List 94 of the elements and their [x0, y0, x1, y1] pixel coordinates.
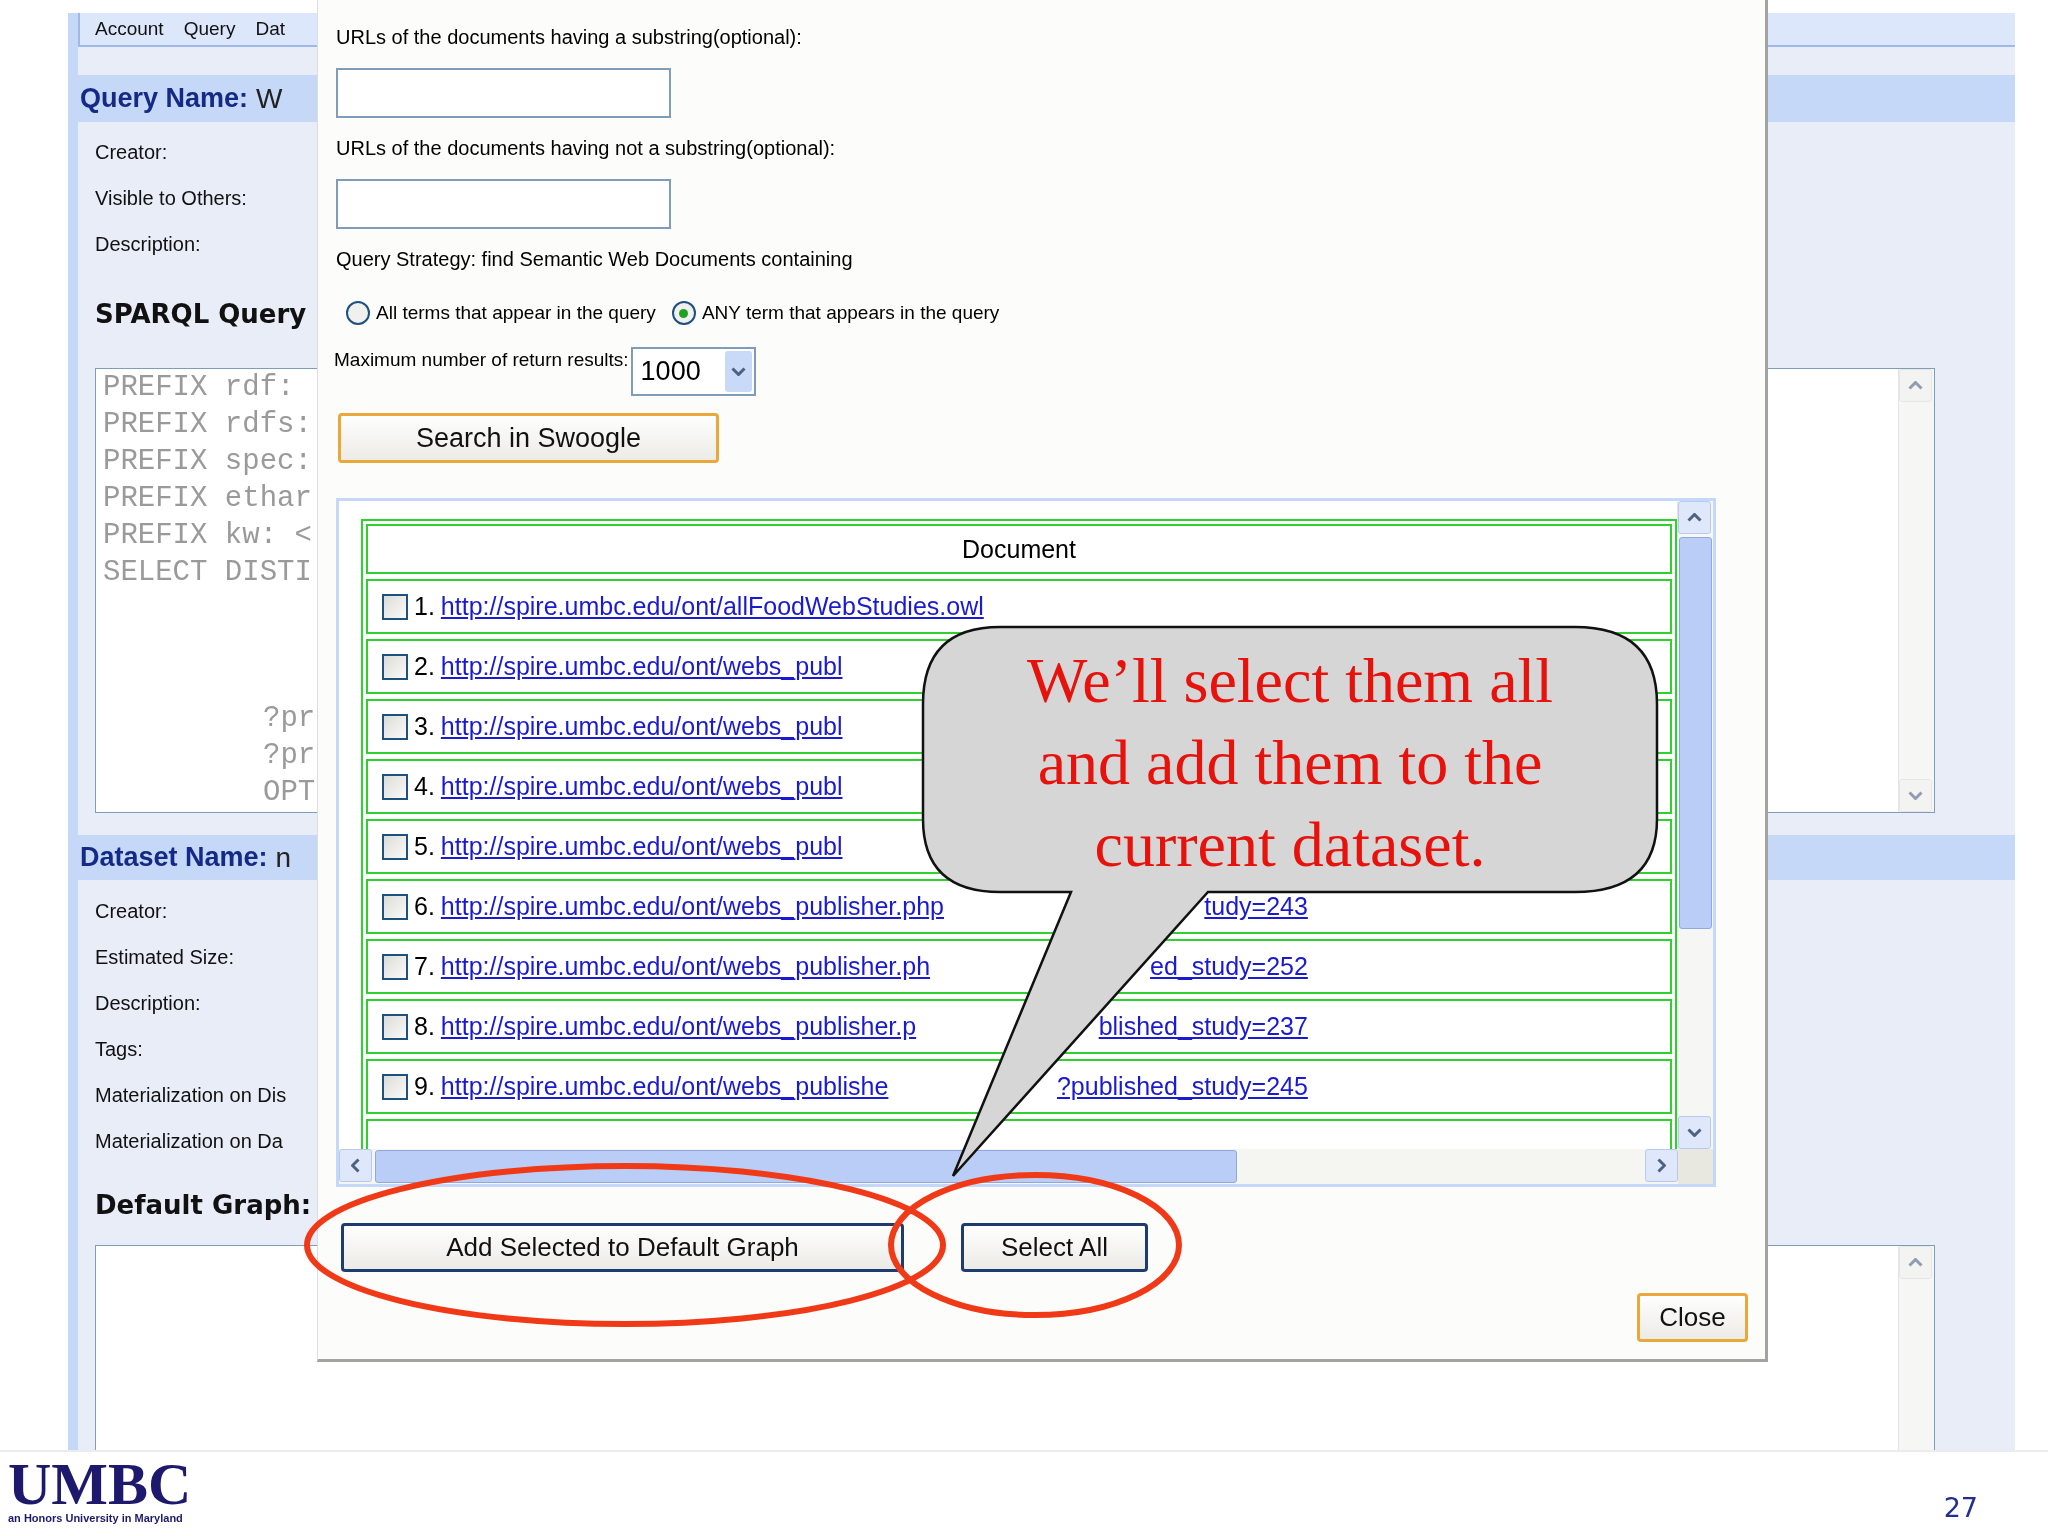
document-link[interactable]: http://spire.umbc.edu/ont/webs_publ [440, 712, 843, 741]
add-selected-button[interactable]: Add Selected to Default Graph [341, 1223, 904, 1272]
code-line: SELECT DISTI [103, 555, 312, 591]
close-button[interactable]: Close [1637, 1293, 1748, 1342]
chevron-down-icon [1687, 1128, 1702, 1137]
select-all-button[interactable]: Select All [961, 1223, 1148, 1272]
field-label: Description: [95, 991, 201, 1016]
checkbox[interactable] [382, 593, 408, 620]
code-line: OPT [263, 775, 316, 811]
checkbox[interactable] [382, 893, 408, 920]
section-heading: Default Graph: [95, 1189, 312, 1222]
logo-tagline: an Honors University in Maryland [8, 1512, 184, 1524]
radio-button[interactable] [671, 301, 696, 325]
chevron-right-icon [1657, 1158, 1666, 1173]
row-number: 4. [414, 772, 435, 801]
checkbox[interactable] [382, 713, 408, 740]
code-line: PREFIX ethar [103, 481, 312, 517]
field-label: Visible to Others: [95, 186, 247, 211]
row-number: 3. [414, 712, 435, 741]
field-label: Materialization on Dis [95, 1083, 287, 1108]
page-number: 27 [1943, 1492, 1978, 1523]
code-line: ?pr [263, 701, 316, 737]
chevron-down-icon [730, 367, 746, 376]
checkbox[interactable] [382, 953, 408, 980]
chevron-up-icon [1908, 1258, 1923, 1267]
field-label: Estimated Size: [95, 945, 234, 970]
scrollbar-corner [1678, 1149, 1713, 1184]
code-line: PREFIX kw: < [103, 518, 312, 554]
vertical-scrollbar[interactable] [1677, 501, 1713, 1149]
radio-label: All terms that appear in the query [376, 302, 656, 324]
scrollbar-thumb[interactable] [1679, 537, 1712, 929]
menu-item[interactable]: Query [183, 18, 236, 40]
document-link[interactable]: http://spire.umbc.edu/ont/webs_publisher.php [440, 892, 944, 921]
search-button[interactable]: Search in Swoogle [338, 413, 719, 463]
document-link[interactable]: http://spire.umbc.edu/ont/webs_publ [440, 832, 843, 861]
section-heading: SPARQL Query [95, 298, 307, 331]
row-number: 5. [414, 832, 435, 861]
document-link[interactable]: ed_study=252 [1150, 952, 1308, 981]
field-label: Creator: [95, 140, 168, 165]
section-label: Query Name: [80, 83, 249, 114]
field-label: Tags: [95, 1037, 143, 1062]
checkbox[interactable] [382, 653, 408, 680]
section-value: W [256, 82, 283, 115]
code-line: PREFIX rdfs: [103, 407, 312, 443]
row-number: 1. [414, 592, 435, 621]
scroll-left-button[interactable] [339, 1149, 372, 1182]
field-label: URLs of the documents having not a substring(optional): [336, 136, 836, 161]
field-label: Maximum number of return results: [334, 348, 629, 371]
chevron-up-icon [1687, 513, 1702, 522]
section-label: Dataset Name: [80, 842, 268, 873]
code-line: ?pr [263, 738, 316, 774]
callout-text: We’ll select them all and add them to the current dataset. [1025, 644, 1555, 882]
radio-label: ANY term that appears in the query [701, 302, 1000, 324]
chevron-up-icon [1908, 381, 1923, 390]
field-label: Query Strategy: find Semantic Web Documents containing [336, 247, 853, 272]
document-link[interactable]: http://spire.umbc.edu/ont/webs_publisher.p [440, 1012, 917, 1041]
checkbox[interactable] [382, 773, 408, 800]
checkbox[interactable] [382, 1073, 408, 1100]
field-label: Description: [95, 232, 201, 257]
document-link[interactable]: http://spire.umbc.edu/ont/webs_publ [440, 772, 843, 801]
field-label: Creator: [95, 899, 168, 924]
chevron-left-icon [351, 1158, 360, 1173]
code-line: PREFIX spec: [103, 444, 312, 480]
field-label: URLs of the documents having a substring(optional): [336, 25, 802, 50]
row-number: 7. [414, 952, 435, 981]
document-link[interactable]: http://spire.umbc.edu/ont/webs_publ [440, 652, 843, 681]
document-link[interactable]: blished_study=237 [1098, 1012, 1308, 1041]
document-link[interactable]: http://spire.umbc.edu/ont/allFoodWebStudies.owl [440, 592, 984, 621]
row-number: 9. [414, 1072, 435, 1101]
document-link[interactable]: ?published_study=245 [1056, 1072, 1308, 1101]
section-value: n [275, 841, 292, 874]
scroll-up-button[interactable] [1678, 501, 1711, 534]
document-link[interactable]: http://spire.umbc.edu/ont/webs_publishe [440, 1072, 889, 1101]
code-line: PREFIX rdf: [103, 370, 295, 406]
menu-item[interactable]: Dat [255, 18, 285, 40]
document-link[interactable]: http://spire.umbc.edu/ont/webs_publisher.ph [440, 952, 931, 981]
column-header: Document [366, 524, 1672, 574]
scroll-down-button[interactable] [1678, 1116, 1711, 1149]
checkbox[interactable] [382, 1013, 408, 1040]
row-number: 2. [414, 652, 435, 681]
row-number: 8. [414, 1012, 435, 1041]
input-field[interactable] [336, 179, 671, 229]
chevron-down-icon [1908, 791, 1923, 800]
scroll-right-button[interactable] [1645, 1149, 1678, 1182]
field-label: Materialization on Da [95, 1129, 283, 1154]
checkbox[interactable] [382, 833, 408, 860]
menu-item[interactable]: Account [95, 18, 164, 40]
document-link[interactable]: tudy=243 [1204, 892, 1308, 921]
results-dropdown[interactable]: 1000 [630, 347, 756, 396]
input-field[interactable] [336, 68, 671, 118]
radio-button[interactable] [346, 301, 370, 325]
logo: UMBC [8, 1456, 192, 1512]
row-number: 6. [414, 892, 435, 921]
horizontal-scrollbar[interactable] [339, 1149, 1713, 1184]
